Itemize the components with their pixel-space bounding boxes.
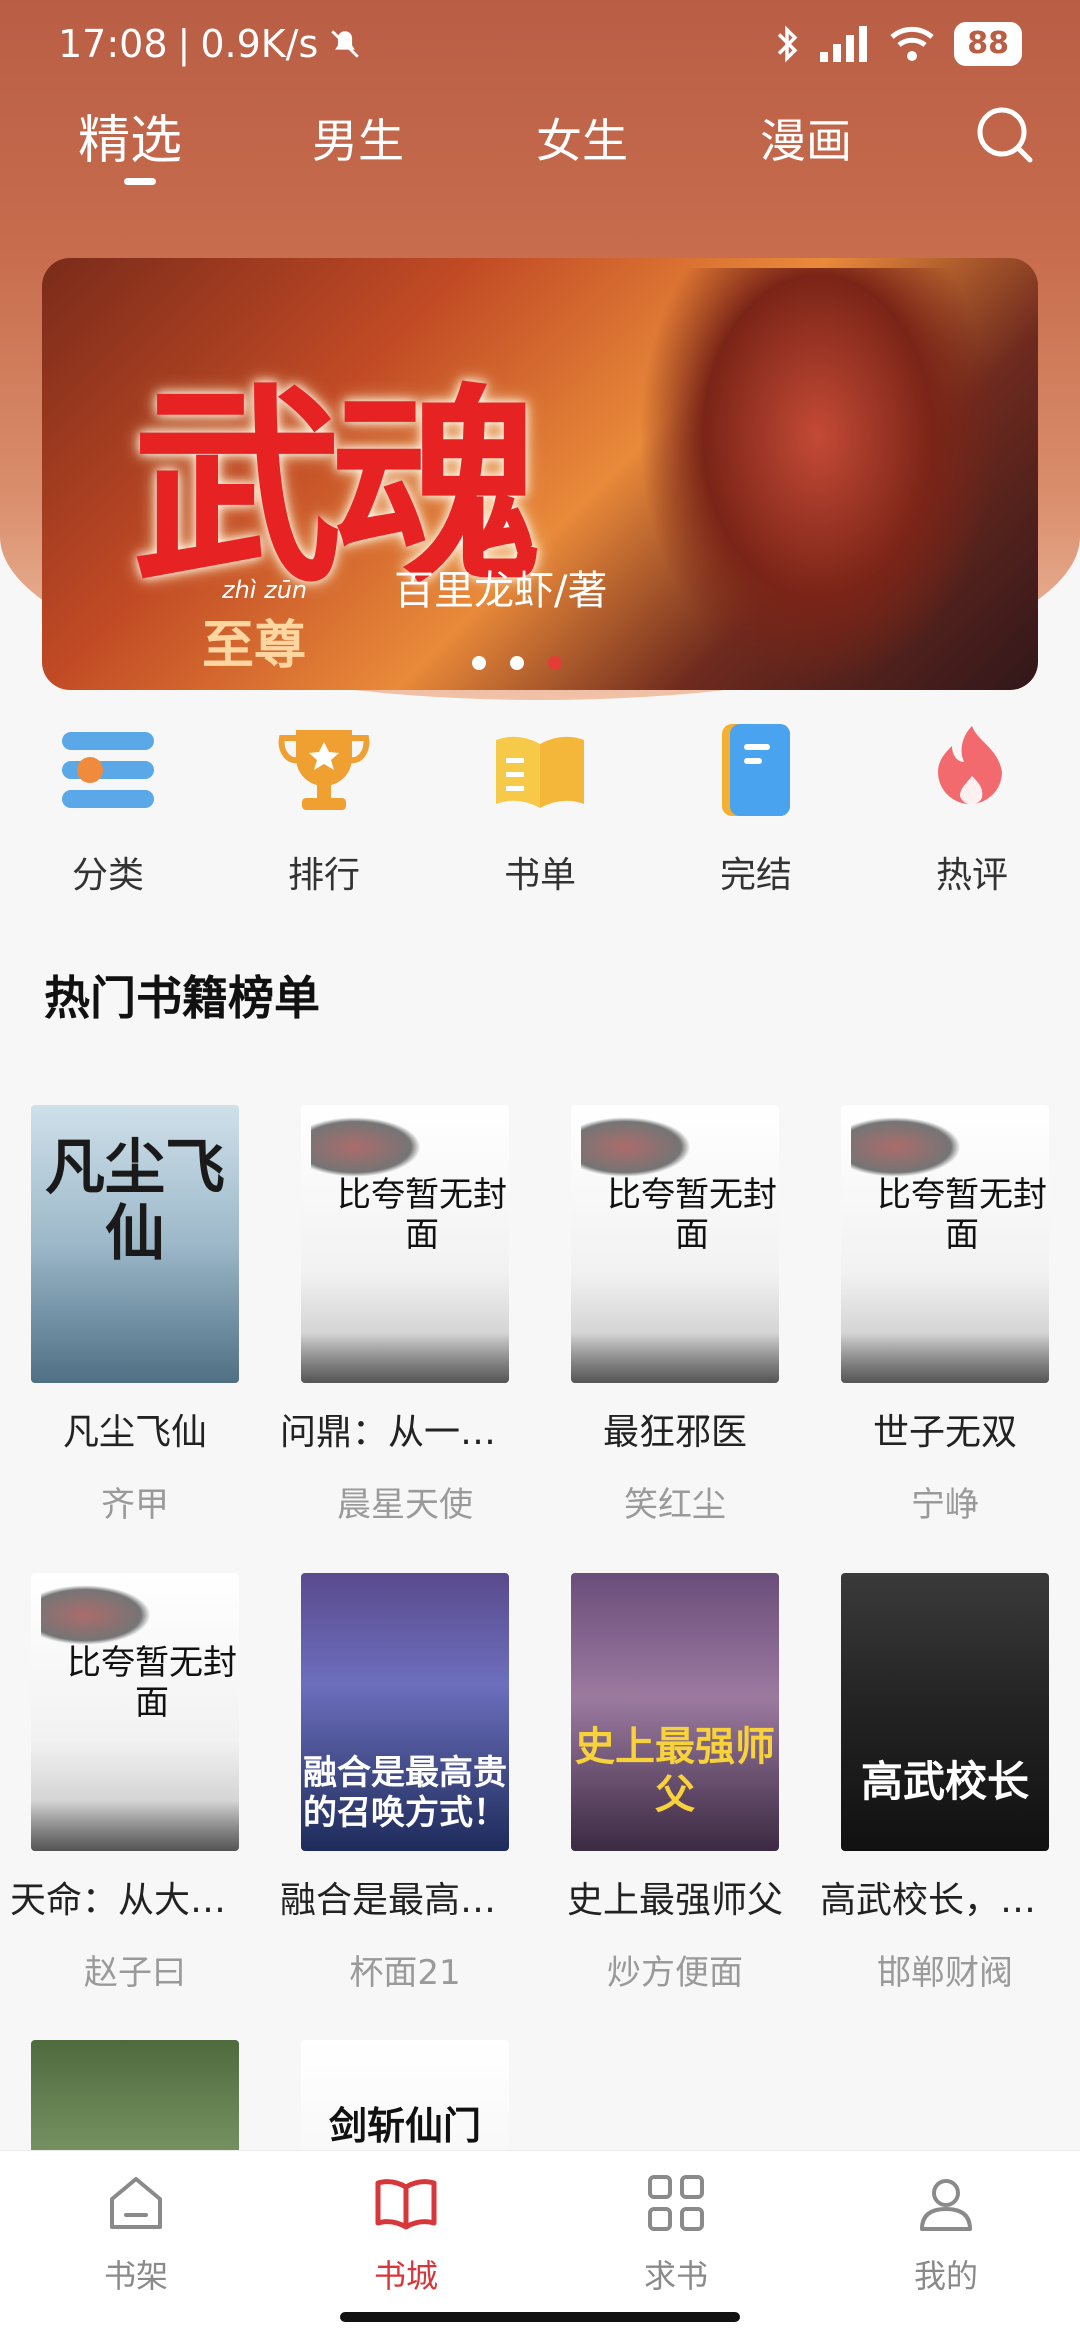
user-icon (920, 2179, 972, 2231)
section-title: 热门书籍榜单 (44, 971, 320, 1025)
shortcut-category[interactable]: 分类 (18, 720, 198, 898)
pagination-dot[interactable] (472, 656, 486, 670)
shortcut-label: 热评 (935, 855, 1008, 896)
shortcut-label: 完结 (719, 855, 792, 896)
tab-featured[interactable]: 精选 (78, 96, 182, 186)
active-tab-indicator (124, 178, 156, 185)
book-author: 笑红尘 (624, 1485, 726, 1525)
cover-title: 史上最强师父 (575, 1724, 775, 1818)
placeholder-cover-text: 比夸暂无封面 (877, 1175, 1047, 1255)
book-cover: 史上最强师父 (571, 1573, 779, 1851)
promo-banner[interactable]: 武魂 zhì zūn 至尊 百里龙虾/著 (42, 258, 1038, 690)
book-title: 世子无双 (872, 1412, 1017, 1453)
banner-subtitle: 至尊 (202, 616, 307, 676)
book-author: 邯郸财阀 (877, 1953, 1013, 1993)
shortcut-ranking[interactable]: 排行 (234, 720, 414, 898)
book-card[interactable]: 史上最强师父 史上最强师父 炒方便面 (550, 1573, 800, 1994)
open-book-icon (496, 736, 584, 808)
nav-request-book[interactable]: 求书 (586, 2171, 766, 2297)
tab-comics[interactable]: 漫画 (760, 96, 852, 186)
book-card[interactable]: 比夸暂无封面 问鼎：从一等... 晨星天使 (280, 1105, 530, 1526)
book-author: 赵子曰 (84, 1953, 186, 1993)
book-cover: 高武校长 (841, 1573, 1049, 1851)
nav-profile[interactable]: 我的 (856, 2171, 1036, 2297)
book-card[interactable]: 融合是最高贵的召唤方式！ 融合是最高贵... 杯面21 (280, 1573, 530, 1994)
status-network-speed: 0.9K/s (200, 22, 319, 66)
book-title: 天命：从大业... (10, 1880, 260, 1921)
book-title: 最狂邪医 (602, 1412, 747, 1453)
pagination-dot-active[interactable] (548, 656, 562, 670)
category-icon (62, 732, 154, 808)
book-title: 高武校长，我... (820, 1880, 1070, 1921)
top-tabs: 精选 男生 女生 漫画 (0, 96, 1080, 206)
book-cover: 凡尘飞仙 (31, 1105, 239, 1383)
book-card[interactable]: 比夸暂无封面 世子无双 宁峥 (820, 1105, 1070, 1526)
status-left: 17:08 | 0.9K/s (58, 22, 362, 66)
nav-label: 书城 (373, 2257, 438, 2295)
status-bar: 17:08 | 0.9K/s 88 (0, 0, 1080, 96)
shortcut-label: 排行 (287, 855, 360, 896)
book-author: 炒方便面 (607, 1953, 743, 1993)
book-author: 晨星天使 (337, 1485, 473, 1525)
banner-author: 百里龙虾/著 (394, 568, 608, 614)
book-cover-placeholder: 比夸暂无封面 (841, 1105, 1049, 1383)
nav-bookshelf[interactable]: 书架 (46, 2171, 226, 2297)
book-title: 问鼎：从一等... (280, 1412, 530, 1453)
trophy-icon (278, 730, 370, 810)
nav-label: 求书 (643, 2257, 708, 2295)
cover-title: 融合是最高贵的召唤方式！ (303, 1753, 507, 1833)
category-shortcuts: 分类 排行 书单 完结 热评 (0, 720, 1080, 900)
search-icon[interactable] (970, 100, 1040, 170)
book-card[interactable]: 高武校长 高武校长，我... 邯郸财阀 (820, 1573, 1070, 1994)
mute-bell-icon (331, 30, 360, 58)
open-book-icon (375, 2179, 437, 2230)
cover-title: 凡尘飞仙 (45, 1133, 225, 1269)
shortcut-completed[interactable]: 完结 (666, 720, 846, 898)
cover-title: 剑斩仙门 (328, 2103, 481, 2148)
banner-pagination (472, 656, 562, 670)
nav-label: 我的 (913, 2257, 978, 2295)
book-title: 史上最强师父 (566, 1880, 783, 1921)
completed-book-icon (722, 724, 790, 816)
book-card[interactable]: 比夸暂无封面 天命：从大业... 赵子曰 (10, 1573, 260, 1994)
status-time: 17:08 (58, 22, 168, 66)
shortcut-label: 书单 (503, 855, 576, 896)
book-card[interactable]: 比夸暂无封面 最狂邪医 笑红尘 (550, 1105, 800, 1526)
shortcut-label: 分类 (71, 855, 144, 896)
cover-title: 高武校长 (860, 1757, 1029, 1806)
book-cover-placeholder: 比夸暂无封面 (301, 1105, 509, 1383)
book-author: 宁峥 (911, 1485, 979, 1525)
tab-female[interactable]: 女生 (536, 96, 628, 186)
signal-icon (820, 26, 868, 62)
book-title: 融合是最高贵... (280, 1880, 530, 1921)
home-icon (110, 2177, 162, 2229)
wifi-icon (890, 26, 934, 61)
banner-pinyin: zhì zūn (222, 576, 308, 604)
home-indicator[interactable] (340, 2312, 740, 2322)
book-cover-placeholder: 比夸暂无封面 (571, 1105, 779, 1383)
bluetooth-icon (778, 25, 798, 63)
nav-label: 书架 (103, 2257, 168, 2295)
placeholder-cover-text: 比夸暂无封面 (67, 1643, 237, 1723)
shortcut-hot-reviews[interactable]: 热评 (882, 720, 1062, 898)
book-cover-placeholder: 比夸暂无封面 (31, 1573, 239, 1851)
tab-male[interactable]: 男生 (312, 96, 404, 186)
book-author: 杯面21 (349, 1953, 461, 1993)
flame-icon (938, 726, 1002, 805)
book-author: 齐甲 (101, 1485, 169, 1525)
status-separator: | (177, 22, 191, 66)
banner-illustration (638, 268, 998, 688)
placeholder-cover-text: 比夸暂无封面 (607, 1175, 777, 1255)
placeholder-cover-text: 比夸暂无封面 (337, 1175, 507, 1255)
book-title: 凡尘飞仙 (62, 1412, 207, 1453)
grid-icon (648, 2175, 704, 2231)
battery-indicator: 88 (954, 22, 1022, 66)
nav-bookstore[interactable]: 书城 (316, 2171, 496, 2297)
status-right: 88 (772, 22, 1022, 66)
pagination-dot[interactable] (510, 656, 524, 670)
book-cover: 融合是最高贵的召唤方式！ (301, 1573, 509, 1851)
shortcut-booklist[interactable]: 书单 (450, 720, 630, 898)
book-card[interactable]: 凡尘飞仙 凡尘飞仙 齐甲 (10, 1105, 260, 1526)
